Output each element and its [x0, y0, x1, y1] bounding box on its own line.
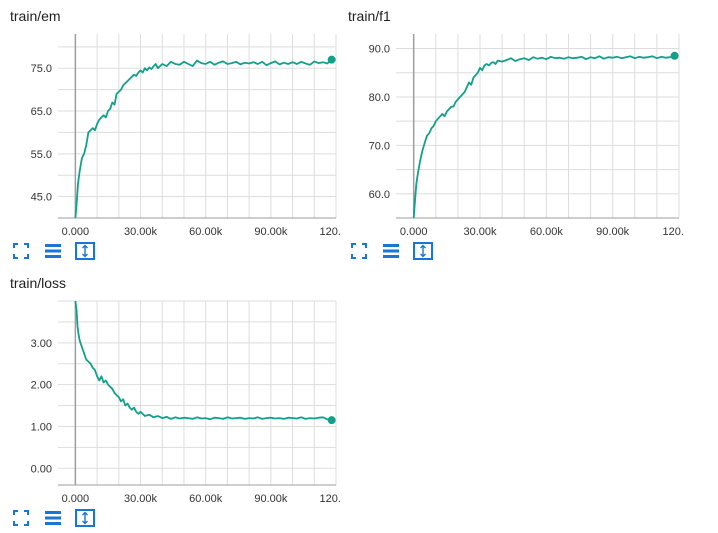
chart-toolbar — [10, 507, 106, 529]
fit-domain-button[interactable] — [412, 240, 434, 262]
fit-domain-icon — [75, 509, 95, 527]
series-end-point — [327, 416, 336, 425]
list-icon — [383, 244, 399, 258]
fullscreen-button[interactable] — [10, 240, 32, 262]
chart-card-train-em: train/em 45.0 55.0 65.0 75.0 0.000 30.00k 60.0… — [10, 8, 350, 263]
y-tick-label: 0.00 — [31, 463, 52, 475]
fullscreen-icon — [13, 243, 29, 259]
x-tick-label: 0.000 — [400, 226, 428, 238]
y-tick-label: 55.0 — [31, 149, 52, 161]
chart-plot-train-em[interactable]: 45.0 55.0 65.0 75.0 0.000 30.00k 60.00k 90.00k 1… — [10, 32, 340, 242]
chart-plot-train-f1[interactable]: 60.0 70.0 80.0 90.0 0.000 30.00k 60.00k 90.00k 1… — [348, 32, 683, 242]
x-tick-label: 120.0k — [319, 493, 340, 505]
x-tick-label: 90.00k — [254, 226, 288, 238]
toggle-log-scale-button[interactable] — [380, 240, 402, 262]
chart-card-train-f1: train/f1 60.0 70.0 80.0 90.0 0.000 30.00k 60.0… — [348, 8, 688, 263]
series-end-point — [327, 55, 336, 64]
x-tick-label: 0.000 — [62, 226, 90, 238]
y-tick-label: 1.00 — [31, 421, 52, 433]
x-tick-label: 60.00k — [189, 493, 223, 505]
chart-toolbar — [348, 240, 444, 262]
fit-domain-icon — [413, 242, 433, 260]
x-tick-label: 60.00k — [189, 226, 223, 238]
series-line — [74, 300, 332, 422]
chart-title: train/f1 — [348, 8, 391, 24]
toggle-log-scale-button[interactable] — [42, 240, 64, 262]
x-tick-label: 90.00k — [596, 226, 630, 238]
x-tick-label: 90.00k — [254, 493, 288, 505]
y-tick-label: 2.00 — [31, 380, 52, 392]
y-tick-label: 80.0 — [369, 92, 390, 104]
x-tick-label: 0.000 — [62, 493, 90, 505]
y-tick-label: 75.0 — [31, 63, 52, 75]
x-tick-label: 30.00k — [464, 226, 498, 238]
x-tick-label: 60.00k — [530, 226, 564, 238]
chart-title: train/em — [10, 8, 61, 24]
y-tick-label: 65.0 — [31, 106, 52, 118]
fullscreen-button[interactable] — [10, 507, 32, 529]
chart-card-train-loss: train/loss 0.00 1.00 2.00 3.00 0.000 30.00k 60… — [10, 275, 350, 530]
fullscreen-button[interactable] — [348, 240, 370, 262]
x-tick-label: 120.0k — [662, 226, 683, 238]
y-tick-label: 60.0 — [369, 189, 390, 201]
x-tick-label: 120.0k — [319, 226, 340, 238]
y-tick-label: 45.0 — [31, 192, 52, 204]
series-line — [74, 59, 333, 219]
chart-title: train/loss — [10, 275, 67, 291]
y-tick-label: 90.0 — [369, 44, 390, 56]
x-tick-label: 30.00k — [124, 493, 158, 505]
fit-domain-button[interactable] — [74, 507, 96, 529]
list-icon — [45, 511, 61, 525]
fullscreen-icon — [351, 243, 367, 259]
chart-plot-train-loss[interactable]: 0.00 1.00 2.00 3.00 0.000 30.00k 60.00k 90.00k 1… — [10, 299, 340, 509]
y-tick-label: 70.0 — [369, 140, 390, 152]
list-icon — [45, 244, 61, 258]
toggle-log-scale-button[interactable] — [42, 507, 64, 529]
x-tick-label: 30.00k — [124, 226, 158, 238]
fit-domain-icon — [75, 242, 95, 260]
fit-domain-button[interactable] — [74, 240, 96, 262]
chart-toolbar — [10, 240, 106, 262]
series-end-point — [670, 51, 679, 60]
y-tick-label: 3.00 — [31, 338, 52, 350]
fullscreen-icon — [13, 510, 29, 526]
